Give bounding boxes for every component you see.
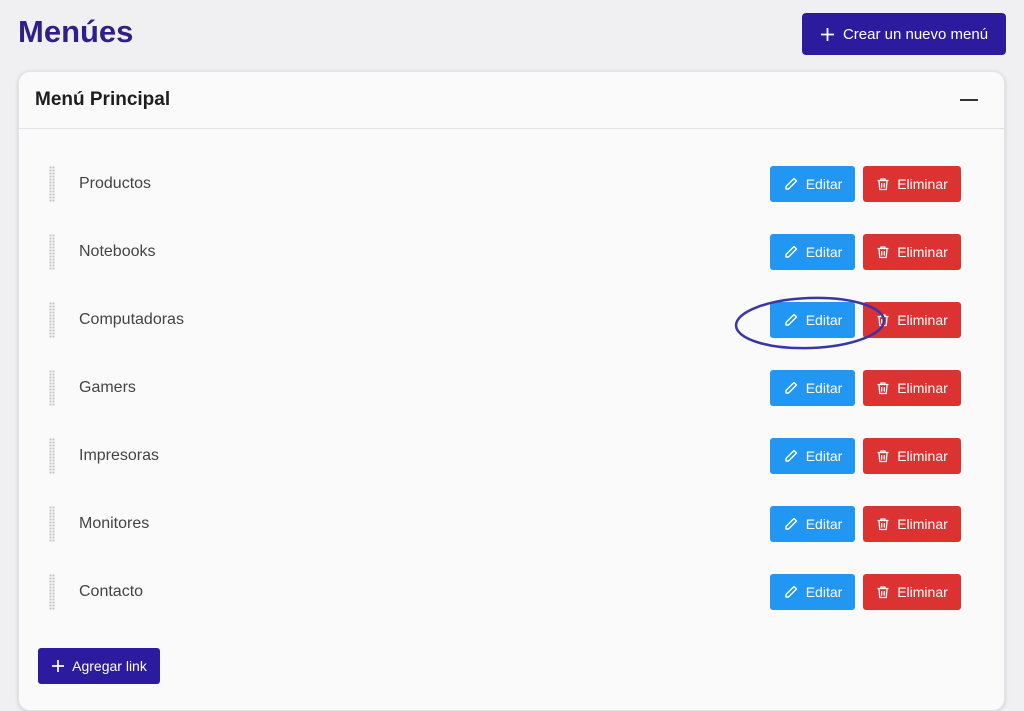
edit-button[interactable]: Editar — [770, 234, 855, 270]
pencil-icon — [783, 380, 799, 396]
list-item: Gamers Editar Eliminar — [19, 369, 1004, 407]
item-label: Notebooks — [79, 243, 156, 260]
item-label: Impresoras — [79, 447, 160, 464]
trash-icon — [876, 381, 890, 395]
delete-button[interactable]: Eliminar — [863, 370, 961, 406]
delete-label: Eliminar — [897, 176, 948, 192]
drag-handle-icon[interactable] — [49, 506, 55, 542]
edit-button[interactable]: Editar — [770, 302, 855, 338]
list-item: Computadoras Editar Eliminar — [19, 301, 1004, 339]
edit-button[interactable]: Editar — [770, 574, 855, 610]
menu-title: Menú Principal — [35, 89, 171, 110]
pencil-icon — [783, 584, 799, 600]
drag-handle-icon[interactable] — [49, 234, 55, 270]
edit-label: Editar — [805, 244, 843, 260]
edit-label: Editar — [805, 516, 843, 532]
item-label: Monitores — [79, 515, 150, 532]
edit-label: Editar — [805, 176, 843, 192]
pencil-icon — [783, 516, 799, 532]
create-menu-label: Crear un nuevo menú — [842, 25, 989, 43]
plus-icon — [820, 27, 835, 42]
edit-button[interactable]: Editar — [770, 370, 855, 406]
pencil-icon — [783, 312, 799, 328]
add-link-label: Agregar link — [72, 658, 147, 674]
delete-button[interactable]: Eliminar — [863, 574, 961, 610]
delete-button[interactable]: Eliminar — [863, 438, 961, 474]
add-link-button[interactable]: Agregar link — [38, 648, 160, 684]
pencil-icon — [783, 244, 799, 260]
edit-button[interactable]: Editar — [770, 166, 855, 202]
trash-icon — [876, 313, 890, 327]
item-label: Gamers — [79, 379, 136, 396]
list-item: Notebooks Editar Eliminar — [19, 233, 1004, 271]
drag-handle-icon[interactable] — [49, 438, 55, 474]
edit-label: Editar — [805, 380, 843, 396]
edit-label: Editar — [805, 584, 843, 600]
create-menu-button[interactable]: Crear un nuevo menú — [802, 13, 1006, 55]
list-item: Contacto Editar Eliminar — [19, 573, 1004, 611]
list-item: Productos Editar Eliminar — [19, 165, 1004, 203]
list-item: Impresoras Editar Eliminar — [19, 437, 1004, 475]
delete-label: Eliminar — [897, 312, 948, 328]
delete-label: Eliminar — [897, 584, 948, 600]
edit-label: Editar — [805, 312, 843, 328]
edit-button[interactable]: Editar — [770, 438, 855, 474]
trash-icon — [876, 517, 890, 531]
pencil-icon — [783, 448, 799, 464]
delete-label: Eliminar — [897, 244, 948, 260]
trash-icon — [876, 177, 890, 191]
page-title: Menúes — [18, 14, 134, 49]
menu-card-header: Menú Principal — [19, 72, 1004, 129]
drag-handle-icon[interactable] — [49, 370, 55, 406]
delete-button[interactable]: Eliminar — [863, 234, 961, 270]
delete-button[interactable]: Eliminar — [863, 302, 961, 338]
item-label: Productos — [79, 175, 152, 192]
trash-icon — [876, 585, 890, 599]
minus-icon[interactable] — [960, 99, 978, 101]
list-item: Monitores Editar Eliminar — [19, 505, 1004, 543]
edit-button[interactable]: Editar — [770, 506, 855, 542]
edit-label: Editar — [805, 448, 843, 464]
item-label: Computadoras — [79, 311, 184, 328]
pencil-icon — [783, 176, 799, 192]
menu-card: Menú Principal Productos Editar Eliminar… — [18, 71, 1005, 711]
delete-label: Eliminar — [897, 448, 948, 464]
plus-icon — [51, 659, 65, 673]
trash-icon — [876, 449, 890, 463]
delete-button[interactable]: Eliminar — [863, 506, 961, 542]
delete-label: Eliminar — [897, 516, 948, 532]
drag-handle-icon[interactable] — [49, 302, 55, 338]
delete-button[interactable]: Eliminar — [863, 166, 961, 202]
trash-icon — [876, 245, 890, 259]
item-label: Contacto — [79, 583, 144, 600]
drag-handle-icon[interactable] — [49, 166, 55, 202]
delete-label: Eliminar — [897, 380, 948, 396]
drag-handle-icon[interactable] — [49, 574, 55, 610]
